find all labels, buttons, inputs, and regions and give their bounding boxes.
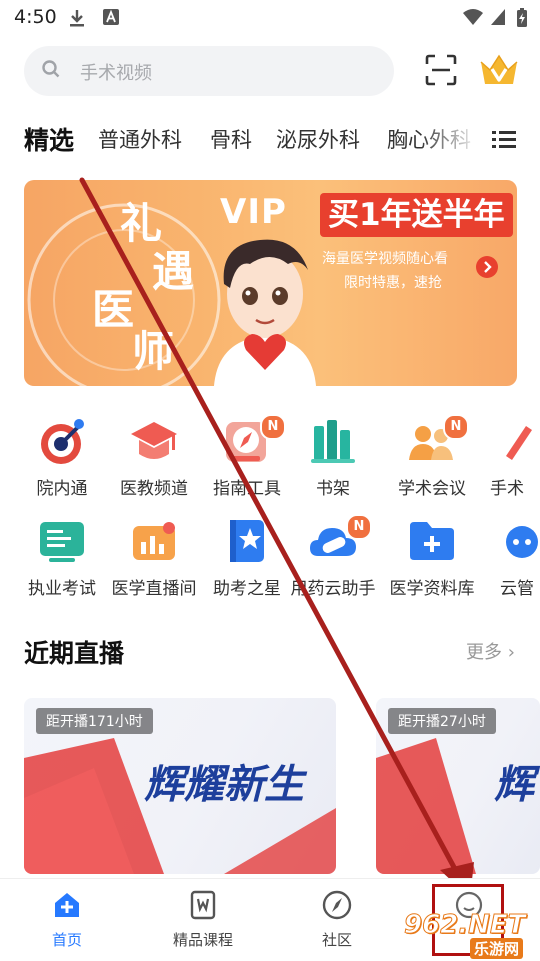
grid-item-conference[interactable]: N 学术会议 [377,410,487,502]
banner-char-4: 师 [132,327,175,376]
banner-line-1: 海量医学视频随心看 [322,251,448,267]
nav-courses[interactable]: 精品课程 [148,889,258,950]
live-card-title: 辉 [494,761,534,808]
nav-label: 社区 [321,931,352,949]
banner-char-3: 医 [92,285,135,334]
live-card[interactable]: 距开播171小时 辉耀新生 [24,698,336,874]
tab-urology[interactable]: 泌尿外科 [276,124,360,154]
live-chart-icon [133,522,175,560]
banner-char-2: 遇 [152,247,195,296]
tab-general-surgery[interactable]: 普通外科 [98,124,182,154]
graduation-cap-icon [131,422,177,459]
banner-line-2: 限时特惠，速抢 [344,275,442,291]
vip-crown-icon[interactable] [478,52,520,88]
search-placeholder: 手术视频 [80,63,152,84]
new-badge: N [443,414,469,440]
grid-label: 手术 [490,479,524,499]
course-book-icon [190,890,216,920]
star-book-icon [230,520,264,562]
nav-community[interactable]: 社区 [282,889,392,950]
download-icon [70,10,84,27]
grid-label: 用药云助手 [290,579,376,599]
grid-item-medical-library[interactable]: 医学资料库 [377,510,487,602]
promo-banner[interactable]: 礼 遇 医 师 VIP 买1年送半年 海量医学视频随心看 限时特惠，速抢 [24,180,517,386]
exam-board-icon [40,522,84,562]
grid-label: 学术会议 [398,479,466,499]
tab-featured[interactable]: 精选 [24,121,74,157]
doctor-illustration [214,239,316,386]
category-menu-icon[interactable] [492,128,516,150]
cloud-network-icon [506,526,538,558]
nav-label: 精品课程 [172,931,233,949]
nav-home[interactable]: 首页 [12,889,122,950]
live-card-title: 辉耀新生 [144,761,304,808]
more-label: 更多 [466,642,502,663]
folder-plus-icon [410,522,454,560]
bookshelf-icon [311,420,355,463]
grid-label: 书架 [316,479,350,499]
feature-grid-row-2: 执业考试 医学直播间 助考之星 N 用药云助手 医学资料库 云管 [0,510,540,602]
scalpel-icon [506,426,532,460]
target-icon [41,419,84,464]
live-card[interactable]: 距开播27小时 辉 [376,698,540,874]
banner-arrow-icon [476,256,498,278]
status-time: 4:50 [14,6,57,28]
new-badge: N [346,514,372,540]
status-bar: 4:50 [0,0,540,36]
grid-item-medication-assistant[interactable]: N 用药云助手 [278,510,388,602]
site-watermark: 962.NET 乐游网 [400,908,536,959]
compass-icon [322,890,352,920]
feature-grid-row-1: 院内通 医教频道 N 指南工具 书架 N 学术会议 手术 [0,410,540,502]
grid-item-surgery[interactable]: 手术 [480,410,540,502]
nav-label: 首页 [51,931,82,949]
watermark-bottom: 乐游网 [470,938,524,959]
category-tabs: 精选 普通外科 骨科 泌尿外科 胸心外科 [0,118,540,164]
grid-item-cloud-manage[interactable]: 云管 [480,510,540,602]
live-countdown-badge: 距开播171小时 [36,708,153,734]
banner-headline: 买1年送半年 [320,193,513,237]
live-countdown-badge: 距开播27小时 [388,708,496,734]
grid-label: 医学资料库 [389,579,475,599]
cellular-signal-icon [491,9,505,25]
wifi-icon [463,9,483,25]
search-icon [42,60,60,78]
watermark-top: 962.NET [403,910,526,941]
grid-label: 云管 [500,579,534,599]
more-link[interactable]: 更多 › [466,638,515,664]
battery-icon [517,8,527,27]
app-notification-icon [103,9,119,25]
search-bar[interactable]: 手术视频 [24,46,394,96]
banner-vip-text: VIP [220,192,287,232]
tab-orthopedics[interactable]: 骨科 [210,124,252,154]
scan-icon[interactable] [424,53,458,87]
section-title-live: 近期直播 [24,639,125,668]
grid-item-bookshelf[interactable]: 书架 [278,410,388,502]
home-plus-icon [55,893,79,917]
